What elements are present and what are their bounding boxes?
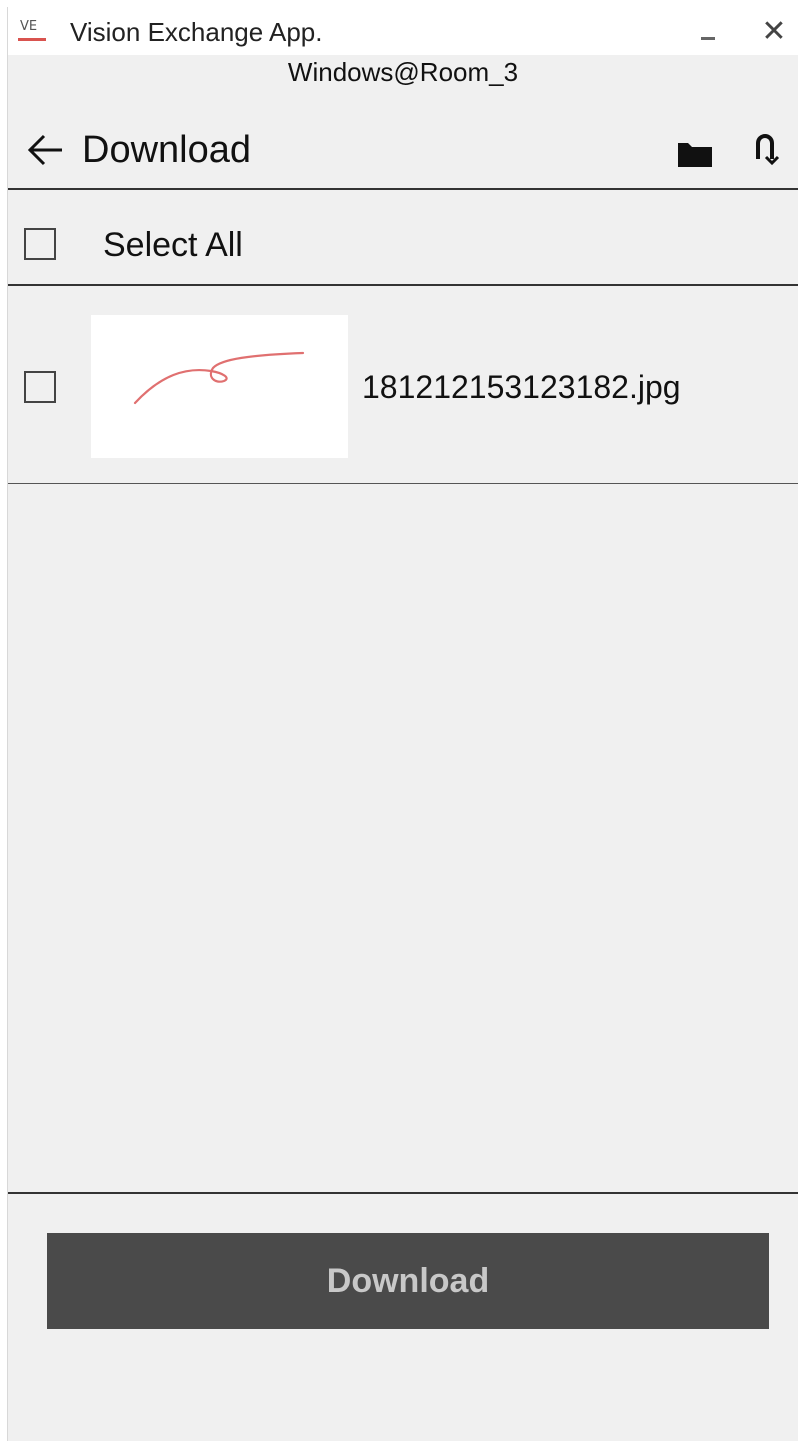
select-all-row[interactable]: Select All (8, 190, 798, 284)
file-checkbox[interactable] (24, 371, 56, 403)
close-icon: ✕ (761, 14, 787, 48)
window-title: Vision Exchange App. (70, 17, 323, 47)
refresh-icon (756, 134, 780, 166)
open-folder-button[interactable] (674, 133, 716, 173)
close-button[interactable]: ✕ (754, 13, 794, 49)
minimize-button[interactable] (688, 13, 728, 49)
app-window: VE Vision Exchange App. ✕ Windows@Room_3… (7, 7, 798, 1441)
refresh-button[interactable] (746, 129, 786, 173)
select-all-label: Select All (103, 226, 243, 264)
file-thumbnail (91, 315, 348, 458)
app-logo-text: VE (20, 19, 38, 34)
back-button[interactable] (24, 129, 66, 171)
folder-icon (678, 143, 712, 167)
page-title: Download (82, 129, 251, 171)
list-divider (8, 483, 798, 484)
arrow-left-icon (27, 134, 62, 166)
page-header: Download (8, 115, 798, 189)
list-item[interactable]: 181212153123182.jpg (8, 286, 798, 483)
footer-divider (8, 1192, 798, 1194)
minimize-icon (701, 36, 715, 40)
download-button[interactable]: Download (47, 1233, 769, 1329)
title-bar: VE Vision Exchange App. ✕ (8, 7, 798, 55)
app-logo: VE (18, 19, 48, 45)
select-all-checkbox[interactable] (24, 228, 56, 260)
file-name: 181212153123182.jpg (362, 369, 681, 405)
room-name: Windows@Room_3 (287, 57, 519, 87)
app-logo-underline (18, 38, 46, 41)
thumbnail-image (133, 351, 305, 405)
